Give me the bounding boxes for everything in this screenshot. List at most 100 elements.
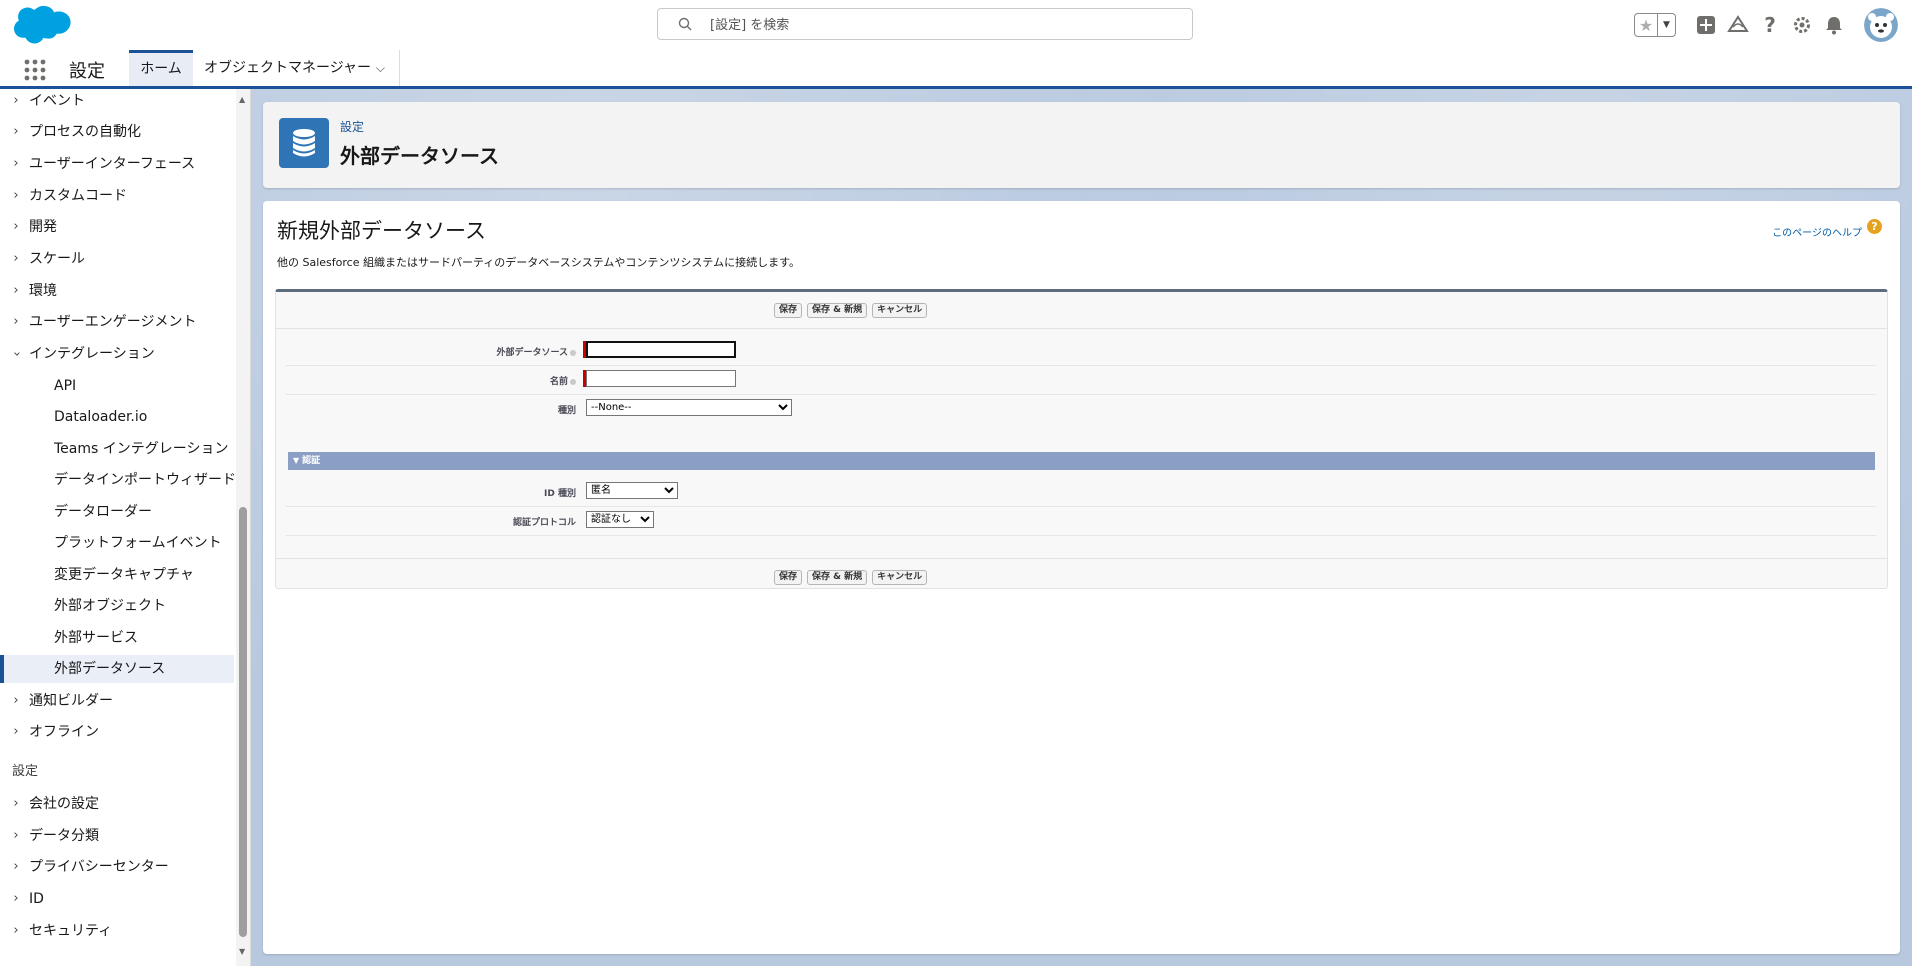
sidebar-item-label: イベント — [29, 93, 85, 109]
sidebar-subitem-dataloader-io[interactable]: Dataloader.io — [0, 403, 234, 431]
id-type-label: ID 種別 — [544, 489, 576, 499]
content-panel: 新規外部データソース このページのヘルプ ? 他の Salesforce 組織ま… — [263, 201, 1900, 954]
sidebar-subitem-data-loader[interactable]: データローダー — [0, 498, 234, 526]
app-navigation-bar: 設定 ホーム オブジェクトマネージャー ⌵ — [0, 50, 1912, 89]
salesforce-logo-icon[interactable] — [14, 5, 74, 47]
info-icon[interactable] — [570, 378, 576, 385]
save-and-new-button[interactable]: 保存 & 新規 — [807, 303, 868, 318]
help-icon[interactable]: ? — [1759, 13, 1781, 37]
favorites-dropdown-icon[interactable]: ▼ — [1657, 14, 1675, 36]
form-title: 新規外部データソース — [277, 219, 486, 243]
id-type-select[interactable]: 匿名 — [586, 482, 678, 499]
sidebar-item-label: インテグレーション — [29, 346, 155, 362]
sidebar-subitem-data-import-wizard[interactable]: データインポートウィザード — [0, 466, 236, 494]
sidebar-item-label: 会社の設定 — [29, 796, 99, 812]
sidebar-item-label: カスタムコード — [29, 188, 127, 204]
sidebar-item-label: セキュリティ — [29, 923, 113, 939]
page-title: 外部データソース — [340, 144, 499, 168]
chevron-right-icon: › — [13, 828, 19, 843]
chevron-down-icon[interactable]: ⌵ — [376, 50, 385, 86]
chevron-right-icon: › — [13, 693, 19, 708]
tab-home[interactable]: ホーム — [129, 50, 193, 86]
notifications-bell-icon[interactable] — [1823, 14, 1845, 36]
save-button[interactable]: 保存 — [774, 303, 803, 318]
sidebar-subitem-label: 外部サービス — [54, 630, 138, 646]
chevron-right-icon: › — [13, 251, 19, 266]
sidebar-item-label: プロセスの自動化 — [29, 124, 141, 140]
tab-object-manager[interactable]: オブジェクトマネージャー ⌵ — [204, 50, 400, 86]
collapse-triangle-icon[interactable]: ▼ — [293, 452, 299, 470]
sidebar-subitem-external-services[interactable]: 外部サービス — [0, 624, 234, 652]
cancel-button[interactable]: キャンセル — [872, 303, 928, 318]
required-indicator — [583, 341, 586, 358]
top-button-row: 保存 保存 & 新規 キャンセル — [276, 292, 1887, 329]
sidebar-section-title: 設定 — [12, 764, 39, 779]
sidebar-subitem-external-objects[interactable]: 外部オブジェクト — [0, 592, 234, 620]
sidebar-item-label: プライバシーセンター — [29, 859, 169, 875]
sidebar-subitem-label: Dataloader.io — [54, 409, 148, 425]
help-for-page-link[interactable]: このページのヘルプ — [1772, 224, 1862, 239]
sidebar-subitem-change-data-capture[interactable]: 変更データキャプチャ — [0, 561, 234, 589]
sidebar-subitem-label: Teams インテグレーション — [54, 441, 229, 457]
chevron-right-icon: › — [13, 796, 19, 811]
sidebar-subitem-api[interactable]: API — [0, 372, 234, 400]
sidebar-scrollbar[interactable]: ▲ ▼ — [236, 89, 250, 966]
external-data-source-input[interactable] — [586, 341, 736, 358]
header-utility-icons: ★ ▼ ? — [1634, 8, 1898, 42]
breadcrumb[interactable]: 設定 — [340, 118, 364, 135]
name-input[interactable] — [586, 370, 736, 387]
cancel-button[interactable]: キャンセル — [872, 570, 928, 585]
global-search[interactable] — [657, 8, 1193, 40]
user-avatar[interactable] — [1864, 8, 1898, 42]
setup-sidebar: › イベント › プロセスの自動化 › ユーザーインターフェース › カスタムコード ›… — [0, 89, 251, 966]
favorite-star-icon[interactable]: ★ — [1635, 14, 1657, 36]
field-row-id-type: ID 種別 匿名 — [286, 477, 1876, 507]
app-name: 設定 — [69, 61, 105, 82]
chevron-down-icon: › — [9, 351, 24, 357]
setup-gear-icon[interactable] — [1791, 14, 1813, 36]
sidebar-scroll-thumb[interactable] — [239, 507, 247, 937]
sidebar-subitem-external-data-sources[interactable]: 外部データソース — [0, 655, 234, 683]
chevron-right-icon: › — [13, 724, 19, 739]
info-icon[interactable] — [570, 349, 576, 356]
type-select[interactable]: --None-- — [586, 399, 792, 416]
sidebar-subitem-platform-events[interactable]: プラットフォームイベント — [0, 529, 234, 557]
global-create-icon[interactable] — [1695, 14, 1717, 36]
sidebar-item-label: ID — [29, 891, 44, 907]
trailhead-guidance-icon[interactable] — [1727, 14, 1749, 36]
chevron-right-icon: › — [13, 219, 19, 234]
tab-object-manager-label: オブジェクトマネージャー — [204, 60, 372, 76]
auth-protocol-select[interactable]: 認証なし — [586, 511, 654, 528]
database-icon — [279, 118, 329, 168]
sidebar-item-label: 通知ビルダー — [29, 693, 113, 709]
chevron-right-icon: › — [13, 93, 19, 108]
auth-section-header[interactable]: ▼ 認証 — [288, 452, 1875, 470]
page-header: 設定 外部データソース — [263, 102, 1900, 188]
sidebar-subitem-label: API — [54, 378, 77, 394]
type-label: 種別 — [557, 406, 576, 416]
save-button[interactable]: 保存 — [774, 570, 803, 585]
scroll-up-arrow-icon[interactable]: ▲ — [239, 95, 245, 104]
sidebar-subitem-teams-integration[interactable]: Teams インテグレーション — [0, 435, 234, 463]
sidebar-item-label: 開発 — [29, 219, 57, 235]
name-label: 名前 — [550, 374, 576, 387]
chevron-right-icon: › — [13, 891, 19, 906]
chevron-right-icon: › — [13, 124, 19, 139]
help-question-icon[interactable]: ? — [1867, 219, 1882, 234]
sidebar-item-label: データ分類 — [29, 828, 99, 844]
app-launcher-icon[interactable] — [24, 59, 46, 81]
sidebar-item-label: ユーザーエンゲージメント — [29, 314, 197, 330]
auth-section-title: 認証 — [302, 456, 321, 466]
save-and-new-button[interactable]: 保存 & 新規 — [807, 570, 868, 585]
field-row-external-data-source: 外部データソース — [286, 336, 1876, 366]
field-label-text: 名前 — [549, 377, 568, 387]
chevron-right-icon: › — [13, 859, 19, 874]
sidebar-subitem-label: データローダー — [54, 504, 152, 520]
search-input[interactable] — [708, 15, 1172, 35]
sidebar-subitem-label: 外部オブジェクト — [54, 598, 166, 614]
auth-protocol-label: 認証プロトコル — [512, 518, 576, 528]
favorites-group: ★ ▼ — [1634, 13, 1676, 37]
sidebar-item-label: ユーザーインターフェース — [29, 156, 196, 172]
field-row-type: 種別 --None-- — [286, 394, 1876, 423]
scroll-down-arrow-icon[interactable]: ▼ — [239, 947, 245, 956]
